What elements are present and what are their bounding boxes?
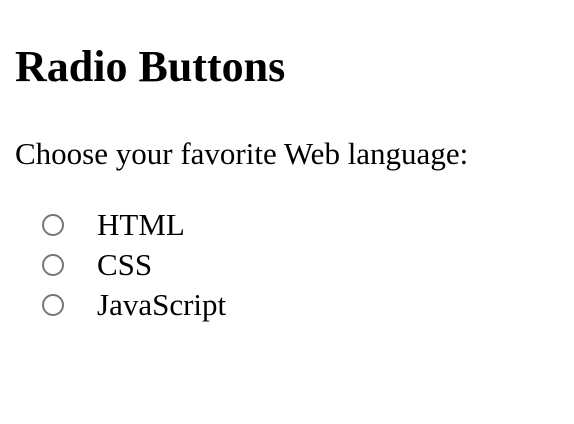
language-radio-group: HTML CSS JavaScript xyxy=(40,205,440,325)
radio-button-css[interactable] xyxy=(42,254,64,276)
option-html[interactable]: HTML xyxy=(40,205,440,245)
option-label-html[interactable]: HTML xyxy=(97,206,185,244)
option-css[interactable]: CSS xyxy=(40,245,440,285)
option-javascript[interactable]: JavaScript xyxy=(40,285,440,325)
radio-button-javascript[interactable] xyxy=(42,294,64,316)
radio-button-html[interactable] xyxy=(42,214,64,236)
page-title: Radio Buttons xyxy=(15,42,286,91)
page-container: Radio Buttons Choose your favorite Web l… xyxy=(0,0,574,424)
option-label-javascript[interactable]: JavaScript xyxy=(97,286,226,324)
question-prompt: Choose your favorite Web language: xyxy=(15,136,469,171)
option-label-css[interactable]: CSS xyxy=(97,246,152,284)
